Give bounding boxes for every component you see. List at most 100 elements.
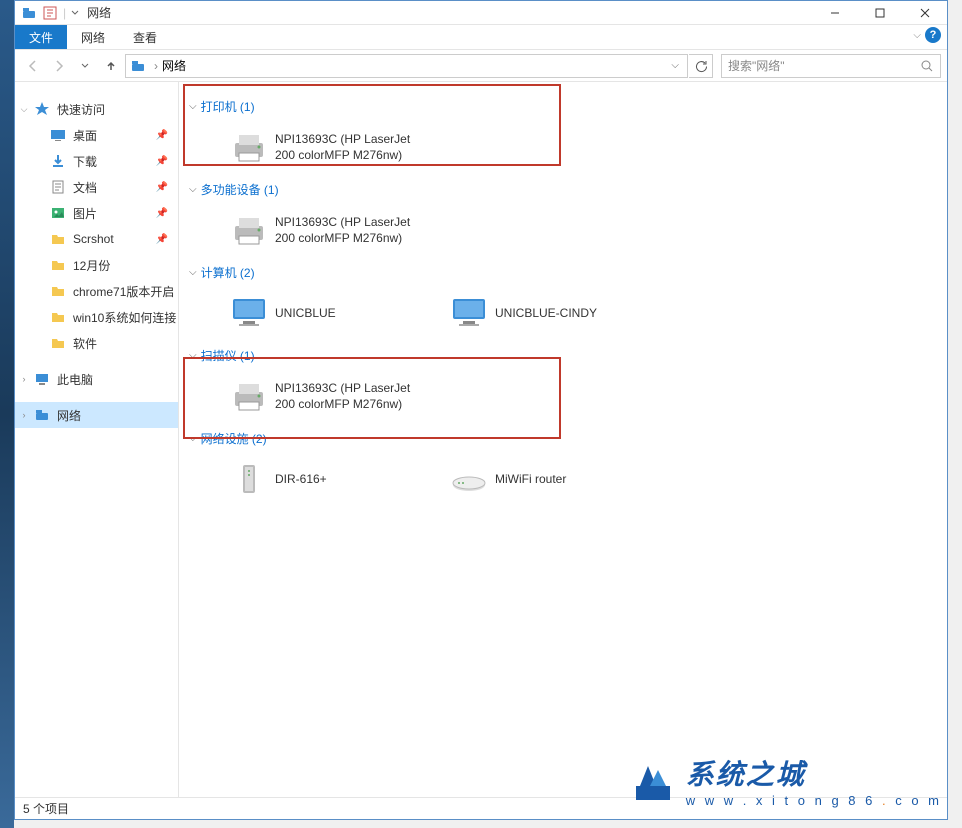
device-printer[interactable]: NPI13693C (HP LaserJet 200 colorMFP M276… <box>221 119 481 175</box>
chevron-right-icon[interactable]: › <box>19 374 29 384</box>
printer-icon <box>225 206 273 254</box>
pin-icon: 📌 <box>156 208 168 219</box>
device-line1: NPI13693C (HP LaserJet <box>275 214 410 230</box>
nav-label: 快速访问 <box>57 101 105 118</box>
chevron-down-icon: ⌵ <box>189 184 197 195</box>
device-line1: NPI13693C (HP LaserJet <box>275 131 410 147</box>
content-pane[interactable]: ⌵ 打印机 (1) NPI13693C (HP LaserJet 200 col… <box>179 82 947 797</box>
tab-file[interactable]: 文件 <box>15 25 67 49</box>
nav-label: 此电脑 <box>57 371 93 388</box>
group-computers[interactable]: ⌵ 计算机 (2) <box>189 264 941 281</box>
device-line1: UNICBLUE-CINDY <box>495 305 597 321</box>
device-computer[interactable]: UNICBLUE-CINDY <box>441 285 661 341</box>
group-infrastructure[interactable]: ⌵ 网络设施 (2) <box>189 430 941 447</box>
group-printers[interactable]: ⌵ 打印机 (1) <box>189 98 941 115</box>
minimize-button[interactable] <box>812 1 857 25</box>
nav-documents[interactable]: 文档 📌 <box>15 174 178 200</box>
device-router[interactable]: DIR-616+ <box>221 451 441 507</box>
pin-icon: 📌 <box>156 182 168 193</box>
network-icon <box>33 407 51 423</box>
chevron-down-icon[interactable]: ⌵ <box>19 104 29 115</box>
tab-view[interactable]: 查看 <box>119 25 171 49</box>
maximize-button[interactable] <box>857 1 902 25</box>
folder-icon <box>49 283 67 299</box>
folder-icon <box>49 309 67 325</box>
nav-label: 12月份 <box>73 257 110 274</box>
pin-icon: 📌 <box>156 156 168 167</box>
recent-dropdown[interactable] <box>73 54 97 78</box>
nav-december[interactable]: 12月份 <box>15 252 178 278</box>
qat-dropdown-icon[interactable] <box>71 5 79 21</box>
nav-win10[interactable]: win10系统如何连接 <box>15 304 178 330</box>
group-title: 计算机 (2) <box>201 264 255 281</box>
nav-scrshot[interactable]: Scrshot 📌 <box>15 226 178 252</box>
address-dropdown-icon[interactable]: ⌵ <box>667 60 683 71</box>
nav-quick-access[interactable]: ⌵ 快速访问 <box>15 96 178 122</box>
status-item-count: 5 个项目 <box>23 800 69 817</box>
nav-software[interactable]: 软件 <box>15 330 178 356</box>
group-multifunction[interactable]: ⌵ 多功能设备 (1) <box>189 181 941 198</box>
tab-network[interactable]: 网络 <box>67 25 119 49</box>
breadcrumb-root[interactable]: 网络 <box>162 57 186 74</box>
up-button[interactable] <box>99 54 123 78</box>
nav-chrome71[interactable]: chrome71版本开启 <box>15 278 178 304</box>
back-button[interactable] <box>21 54 45 78</box>
desktop-icon <box>49 127 67 143</box>
folder-icon <box>49 231 67 247</box>
app-icon <box>21 5 37 21</box>
window-title: 网络 <box>87 4 111 21</box>
properties-icon[interactable] <box>42 5 58 21</box>
address-bar[interactable]: › 网络 ⌵ <box>125 54 688 78</box>
network-icon <box>130 58 146 74</box>
nav-label: 网络 <box>57 407 81 424</box>
group-title: 扫描仪 (1) <box>201 347 255 364</box>
search-placeholder: 搜索"网络" <box>728 57 785 74</box>
printer-icon <box>225 123 273 171</box>
forward-button[interactable] <box>47 54 71 78</box>
nav-pictures[interactable]: 图片 📌 <box>15 200 178 226</box>
device-line2: 200 colorMFP M276nw) <box>275 230 410 246</box>
chevron-right-icon[interactable]: › <box>19 410 29 420</box>
folder-icon <box>49 335 67 351</box>
search-input[interactable]: 搜索"网络" <box>721 54 941 78</box>
help-icon[interactable]: ? <box>925 27 941 43</box>
chevron-down-icon: ⌵ <box>189 433 197 444</box>
qat-divider: | <box>63 6 66 20</box>
device-line2: 200 colorMFP M276nw) <box>275 396 410 412</box>
downloads-icon <box>49 153 67 169</box>
refresh-button[interactable] <box>689 54 713 78</box>
chevron-down-icon: ⌵ <box>189 350 197 361</box>
address-bar-row: › 网络 ⌵ 搜索"网络" <box>15 50 947 82</box>
nav-downloads[interactable]: 下载 📌 <box>15 148 178 174</box>
device-scanner[interactable]: NPI13693C (HP LaserJet 200 colorMFP M276… <box>221 368 481 424</box>
printer-icon <box>225 372 273 420</box>
pc-icon <box>33 371 51 387</box>
nav-this-pc[interactable]: › 此电脑 <box>15 366 178 392</box>
device-multifunction[interactable]: NPI13693C (HP LaserJet 200 colorMFP M276… <box>221 202 481 258</box>
group-title: 网络设施 (2) <box>201 430 267 447</box>
nav-desktop[interactable]: 桌面 📌 <box>15 122 178 148</box>
device-line1: NPI13693C (HP LaserJet <box>275 380 410 396</box>
nav-network[interactable]: › 网络 <box>15 402 178 428</box>
group-scanners[interactable]: ⌵ 扫描仪 (1) <box>189 347 941 364</box>
breadcrumb-sep: › <box>154 59 158 73</box>
pin-icon: 📌 <box>156 130 168 141</box>
group-title: 打印机 (1) <box>201 98 255 115</box>
watermark-url: w w w . x i t o n g 8 6 . c o m <box>686 793 942 808</box>
nav-label: 下载 <box>73 153 97 170</box>
computer-icon <box>445 289 493 337</box>
close-button[interactable] <box>902 1 947 25</box>
watermark: 系统之城 w w w . x i t o n g 8 6 . c o m <box>628 753 942 808</box>
chevron-down-icon: ⌵ <box>189 101 197 112</box>
device-computer[interactable]: UNICBLUE <box>221 285 441 341</box>
navigation-pane: ⌵ 快速访问 桌面 📌 下载 📌 文档 📌 图片 <box>15 82 179 797</box>
ribbon-collapse-icon[interactable]: ⌵ <box>913 30 921 41</box>
chevron-down-icon: ⌵ <box>189 267 197 278</box>
nav-label: 桌面 <box>73 127 97 144</box>
quick-access-icon <box>33 101 51 117</box>
device-router[interactable]: MiWiFi router <box>441 451 661 507</box>
nav-label: 文档 <box>73 179 97 196</box>
folder-icon <box>49 257 67 273</box>
search-icon <box>920 59 934 73</box>
device-line1: UNICBLUE <box>275 305 336 321</box>
